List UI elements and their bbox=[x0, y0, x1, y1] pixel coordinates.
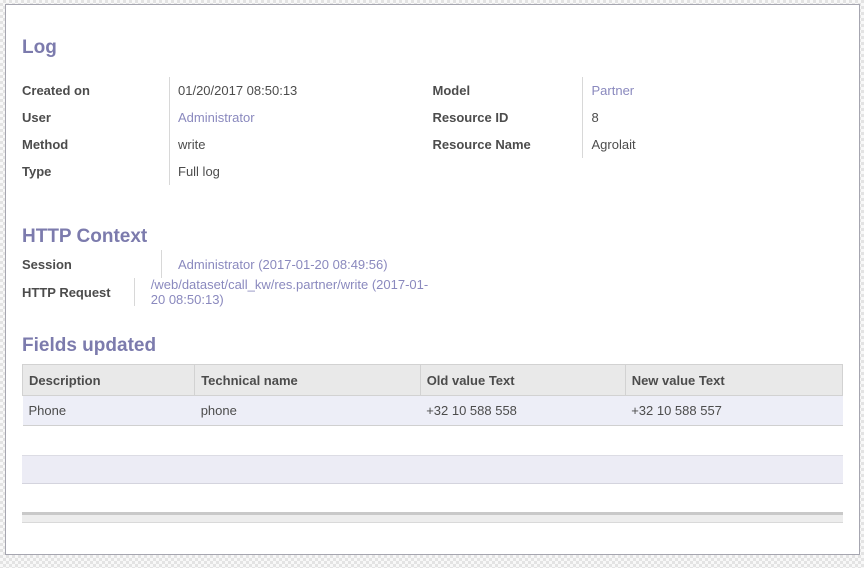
user-label: User bbox=[22, 104, 170, 131]
cell-description: Phone bbox=[23, 396, 195, 426]
session-label: Session bbox=[22, 250, 162, 278]
column-header-new-value[interactable]: New value Text bbox=[625, 365, 842, 396]
section-title-fields-updated: Fields updated bbox=[22, 334, 843, 357]
resource-name-value: Agrolait bbox=[583, 131, 636, 158]
method-label: Method bbox=[22, 131, 170, 158]
page-background: Log Created on 01/20/2017 08:50:13 User … bbox=[0, 0, 864, 568]
cell-new-value: +32 10 588 557 bbox=[625, 396, 842, 426]
table-row-phone[interactable]: Phone phone +32 10 588 558 +32 10 588 55… bbox=[23, 396, 843, 426]
empty-list-band bbox=[22, 455, 843, 484]
user-value-link[interactable]: Administrator bbox=[170, 104, 255, 131]
field-row-resource-id: Resource ID 8 bbox=[433, 104, 844, 131]
field-row-model: Model Partner bbox=[433, 77, 844, 104]
created-on-label: Created on bbox=[22, 77, 170, 104]
divider-strip-light-line bbox=[22, 515, 843, 523]
http-request-value-link[interactable]: /web/dataset/call_kw/res.partner/write (… bbox=[135, 278, 433, 306]
resource-name-label: Resource Name bbox=[433, 131, 583, 158]
log-fields-left-group: Created on 01/20/2017 08:50:13 User Admi… bbox=[22, 77, 433, 185]
field-row-created-on: Created on 01/20/2017 08:50:13 bbox=[22, 77, 433, 104]
model-label: Model bbox=[433, 77, 583, 104]
method-value: write bbox=[170, 131, 205, 158]
column-header-description[interactable]: Description bbox=[23, 365, 195, 396]
type-value: Full log bbox=[170, 158, 220, 185]
table-header-row: Description Technical name Old value Tex… bbox=[23, 365, 843, 396]
field-row-user: User Administrator bbox=[22, 104, 433, 131]
bottom-divider-strip bbox=[22, 512, 843, 523]
field-row-type: Type Full log bbox=[22, 158, 433, 185]
fields-updated-table: Description Technical name Old value Tex… bbox=[22, 364, 843, 426]
column-header-technical-name[interactable]: Technical name bbox=[195, 365, 421, 396]
log-form-sheet: Log Created on 01/20/2017 08:50:13 User … bbox=[5, 4, 860, 555]
field-row-session: Session Administrator (2017-01-20 08:49:… bbox=[22, 250, 433, 278]
resource-id-value: 8 bbox=[583, 104, 599, 131]
session-value-link[interactable]: Administrator (2017-01-20 08:49:56) bbox=[162, 250, 388, 278]
model-value-link[interactable]: Partner bbox=[583, 77, 635, 104]
field-row-resource-name: Resource Name Agrolait bbox=[433, 131, 844, 158]
cell-old-value: +32 10 588 558 bbox=[420, 396, 625, 426]
column-header-old-value[interactable]: Old value Text bbox=[420, 365, 625, 396]
resource-id-label: Resource ID bbox=[433, 104, 583, 131]
http-request-label: HTTP Request bbox=[22, 278, 135, 306]
http-context-group: Session Administrator (2017-01-20 08:49:… bbox=[22, 250, 433, 306]
created-on-value: 01/20/2017 08:50:13 bbox=[170, 77, 297, 104]
log-field-groups: Created on 01/20/2017 08:50:13 User Admi… bbox=[22, 77, 843, 185]
section-title-http-context: HTTP Context bbox=[22, 225, 843, 248]
field-row-http-request: HTTP Request /web/dataset/call_kw/res.pa… bbox=[22, 278, 433, 306]
section-title-log: Log bbox=[22, 36, 843, 59]
type-label: Type bbox=[22, 158, 170, 185]
field-row-method: Method write bbox=[22, 131, 433, 158]
log-fields-right-group: Model Partner Resource ID 8 Resource Nam… bbox=[433, 77, 844, 185]
cell-technical-name: phone bbox=[195, 396, 421, 426]
